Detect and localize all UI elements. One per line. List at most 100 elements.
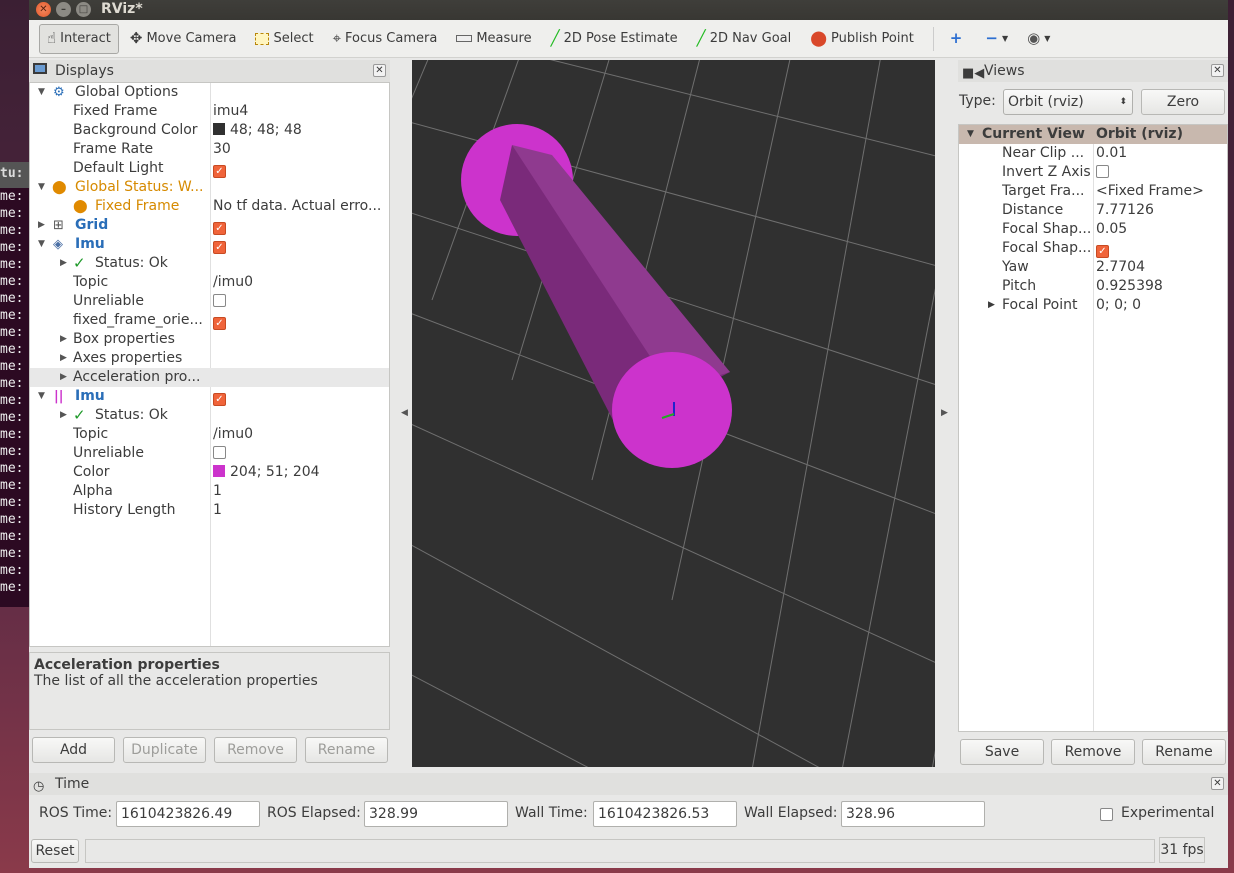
tree-row-imu[interactable]: ▼ ◈ Imu ✓ [30,235,389,254]
focal-shape-fixed-checkbox[interactable]: ✓ [1096,245,1109,258]
color-value[interactable]: 204; 51; 204 [213,463,385,482]
expand-arrow-icon[interactable]: ▼ [38,387,45,406]
panels-visibility-button[interactable]: ◉ ▼ [1019,24,1058,54]
interact-tool[interactable]: ☝ Interact [39,23,119,54]
render-viewport[interactable] [412,60,935,767]
collapse-right-arrow-icon[interactable]: ▶ [941,408,948,418]
wall-time-field[interactable]: 1610423826.53 [593,801,737,827]
remove-view-button[interactable]: Remove [1051,739,1135,765]
invert-z-checkbox[interactable] [1096,165,1109,178]
tree-row-global-status[interactable]: ▼ ⬤ Global Status: W... [30,178,389,197]
save-view-button[interactable]: Save [960,739,1044,765]
tree-row-background-color[interactable]: Background Color 48; 48; 48 [30,121,389,140]
remove-button[interactable]: Remove [214,737,297,763]
tree-row-topic[interactable]: Topic /imu0 [30,273,389,292]
expand-arrow-icon[interactable]: ▼ [38,83,45,102]
current-view-header[interactable]: ▼ Current View Orbit (rviz) [959,125,1227,144]
tree-row-axes-properties[interactable]: ▶ Axes properties [30,349,389,368]
rename-view-button[interactable]: Rename [1142,739,1226,765]
wall-elapsed-field[interactable]: 328.96 [841,801,985,827]
tree-row-topic-2[interactable]: Topic /imu0 [30,425,389,444]
expand-arrow-icon[interactable]: ▶ [60,330,67,349]
tree-row-imu-2[interactable]: ▼ || Imu ✓ [30,387,389,406]
tree-row-fixed-frame-orientation[interactable]: fixed_frame_orie... ✓ [30,311,389,330]
tree-row-global-options[interactable]: ▼ ⚙ Global Options [30,83,389,102]
fixed-frame-value[interactable]: imu4 [213,102,385,121]
view-row-near-clip[interactable]: Near Clip ... 0.01 [959,144,1227,163]
view-row-focal-shape-size[interactable]: Focal Shap... 0.05 [959,220,1227,239]
publish-point-tool[interactable]: ⬤ Publish Point [802,24,922,54]
focus-camera-tool[interactable]: ⌖ Focus Camera [325,24,446,54]
target-frame-value[interactable]: <Fixed Frame> [1096,182,1226,201]
fixed-frame-orientation-checkbox[interactable]: ✓ [213,317,226,330]
add-tool-button[interactable]: + [942,24,975,54]
focal-point-value[interactable]: 0; 0; 0 [1096,296,1226,315]
expand-arrow-icon[interactable]: ▼ [967,125,974,144]
close-panel-icon[interactable]: ✕ [1211,777,1224,790]
minimize-window-icon[interactable]: – [56,2,71,17]
default-light-checkbox[interactable]: ✓ [213,165,226,178]
expand-arrow-icon[interactable]: ▶ [60,349,67,368]
view-row-focal-shape-fixed[interactable]: Focal Shap... ✓ [959,239,1227,258]
unreliable-checkbox-2[interactable] [213,446,226,459]
close-panel-icon[interactable]: ✕ [1211,64,1224,77]
expand-arrow-icon[interactable]: ▶ [60,406,67,425]
nav-goal-tool[interactable]: ╱ 2D Nav Goal [689,24,800,54]
view-row-target-frame[interactable]: Target Fra... <Fixed Frame> [959,182,1227,201]
tree-row-status-ok-2[interactable]: ▶ ✓ Status: Ok [30,406,389,425]
move-camera-tool[interactable]: ✥ Move Camera [122,24,245,54]
expand-arrow-icon[interactable]: ▼ [38,235,45,254]
expand-arrow-icon[interactable]: ▶ [60,254,67,273]
tree-row-grid[interactable]: ▶ ⊞ Grid ✓ [30,216,389,235]
view-row-invert-z[interactable]: Invert Z Axis [959,163,1227,182]
expand-arrow-icon[interactable]: ▶ [38,216,45,235]
unreliable-checkbox[interactable] [213,294,226,307]
grid-enabled-checkbox[interactable]: ✓ [213,222,226,235]
near-clip-value[interactable]: 0.01 [1096,144,1226,163]
add-button[interactable]: Add [32,737,115,763]
expand-arrow-icon[interactable]: ▶ [988,296,995,315]
rename-button[interactable]: Rename [305,737,388,763]
close-window-icon[interactable]: ✕ [36,2,51,17]
pitch-value[interactable]: 0.925398 [1096,277,1226,296]
distance-value[interactable]: 7.77126 [1096,201,1226,220]
expand-arrow-icon[interactable]: ▶ [60,368,67,387]
frame-rate-value[interactable]: 30 [213,140,385,159]
tree-row-unreliable-2[interactable]: Unreliable [30,444,389,463]
expand-arrow-icon[interactable]: ▼ [38,178,45,197]
tree-row-default-light[interactable]: Default Light ✓ [30,159,389,178]
focal-shape-size-value[interactable]: 0.05 [1096,220,1226,239]
pose-estimate-tool[interactable]: ╱ 2D Pose Estimate [543,24,686,54]
tree-row-frame-rate[interactable]: Frame Rate 30 [30,140,389,159]
close-panel-icon[interactable]: ✕ [373,64,386,77]
ros-time-field[interactable]: 1610423826.49 [116,801,260,827]
select-tool[interactable]: Select [247,24,321,54]
tree-row-alpha[interactable]: Alpha 1 [30,482,389,501]
view-type-select[interactable]: Orbit (rviz) ⬍ [1003,89,1133,115]
tree-row-fixed-frame[interactable]: Fixed Frame imu4 [30,102,389,121]
ros-elapsed-field[interactable]: 328.99 [364,801,508,827]
view-row-yaw[interactable]: Yaw 2.7704 [959,258,1227,277]
tree-row-fixed-frame-status[interactable]: ⬤ Fixed Frame No tf data. Actual erro... [30,197,389,216]
tree-row-acceleration-properties[interactable]: ▶ Acceleration pro... [30,368,389,387]
tree-row-color[interactable]: Color 204; 51; 204 [30,463,389,482]
background-color-value[interactable]: 48; 48; 48 [213,121,385,140]
duplicate-button[interactable]: Duplicate [123,737,206,763]
topic-value-2[interactable]: /imu0 [213,425,385,444]
view-row-distance[interactable]: Distance 7.77126 [959,201,1227,220]
tree-row-history-length[interactable]: History Length 1 [30,501,389,520]
collapse-left-arrow-icon[interactable]: ◀ [401,408,408,418]
imu2-enabled-checkbox[interactable]: ✓ [213,393,226,406]
imu-enabled-checkbox[interactable]: ✓ [213,241,226,254]
zero-button[interactable]: Zero [1141,89,1225,115]
remove-tool-button[interactable]: − ▼ [977,24,1016,54]
alpha-value[interactable]: 1 [213,482,385,501]
view-row-focal-point[interactable]: ▶ Focal Point 0; 0; 0 [959,296,1227,315]
reset-button[interactable]: Reset [31,839,79,863]
yaw-value[interactable]: 2.7704 [1096,258,1226,277]
tree-row-box-properties[interactable]: ▶ Box properties [30,330,389,349]
tree-row-status-ok[interactable]: ▶ ✓ Status: Ok [30,254,389,273]
experimental-checkbox[interactable] [1100,808,1113,821]
tree-row-unreliable[interactable]: Unreliable [30,292,389,311]
topic-value[interactable]: /imu0 [213,273,385,292]
